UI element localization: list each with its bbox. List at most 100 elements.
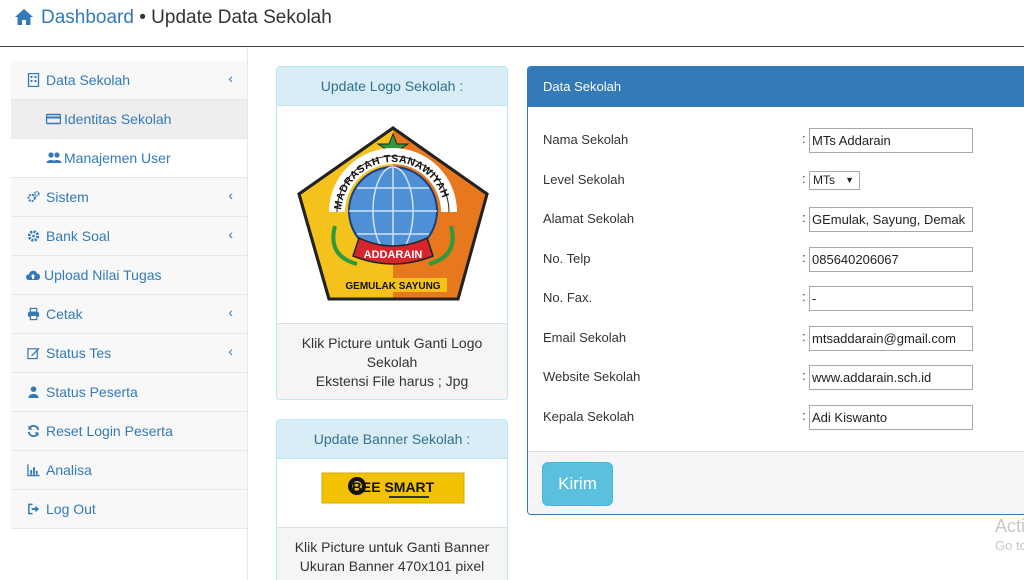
edit-icon: [27, 347, 40, 360]
chevron-left-icon: ‹: [228, 226, 233, 242]
alamat-sekolah-input[interactable]: [809, 207, 973, 232]
sidebar-item-label: Cetak: [46, 306, 83, 322]
watermark-line2: Go to: [995, 538, 1024, 553]
logo-text-bottom: GEMULAK SAYUNG: [345, 281, 440, 292]
breadcrumb: Dashboard • Update Data Sekolah: [41, 6, 332, 30]
sidebar-item-status-peserta[interactable]: Status Peserta: [11, 373, 247, 412]
kepala-sekolah-input[interactable]: [809, 405, 973, 430]
update-banner-panel: Update Banner Sekolah : BEE SMART Klik P…: [276, 419, 508, 580]
field-colon: :: [802, 368, 806, 383]
field-colon: :: [802, 329, 806, 344]
field-label: Alamat Sekolah: [543, 211, 635, 226]
sidebar-item-cetak[interactable]: Cetak ‹: [11, 295, 247, 334]
sidebar-item-identitas-sekolah[interactable]: Identitas Sekolah: [11, 100, 247, 139]
sidebar-item-status-tes[interactable]: Status Tes ‹: [11, 334, 247, 373]
no-fax-input[interactable]: [809, 286, 973, 311]
sign-out-icon: [28, 503, 40, 515]
logo-instruction-line3: Ekstensi File harus ; Jpg: [315, 373, 469, 389]
users-icon: [46, 152, 62, 163]
field-label: No. Fax.: [543, 290, 593, 305]
level-sekolah-selected-value: MTs: [813, 173, 835, 187]
sidebar-item-label: Status Peserta: [46, 384, 138, 400]
data-sekolah-footer: Kirim: [528, 451, 1024, 514]
form-row-no-telp: No. Telp :: [528, 247, 1024, 273]
breadcrumb-dashboard-link[interactable]: Dashboard: [41, 7, 134, 28]
logo-instruction-line2: Sekolah: [366, 354, 418, 370]
sidebar-item-manajemen-user[interactable]: Manajemen User: [11, 139, 247, 178]
banner-text: BEE SMART: [352, 479, 435, 495]
building-icon: [27, 73, 40, 87]
sidebar-item-label: Identitas Sekolah: [64, 111, 172, 127]
data-sekolah-panel: Data Sekolah Nama Sekolah : Level Sekola…: [527, 66, 1024, 515]
gear-icon: [27, 230, 40, 242]
home-icon[interactable]: [14, 8, 34, 26]
refresh-icon: [27, 424, 40, 438]
sidebar-item-analisa[interactable]: Analisa: [11, 451, 247, 490]
update-logo-heading: Update Logo Sekolah :: [277, 67, 507, 106]
sidebar-item-bank-soal[interactable]: Bank Soal ‹: [11, 217, 247, 256]
sidebar-item-label: Analisa: [46, 462, 92, 478]
sidebar-item-log-out[interactable]: Log Out: [11, 490, 247, 529]
sidebar-item-label: Status Tes: [46, 345, 112, 361]
field-colon: :: [802, 210, 806, 225]
banner-graphic: BEE SMART: [321, 472, 465, 504]
sidebar-item-data-sekolah[interactable]: Data Sekolah ‹: [11, 61, 247, 100]
id-card-icon: [46, 113, 61, 125]
field-colon: :: [802, 250, 806, 265]
kirim-button[interactable]: Kirim: [542, 462, 613, 506]
select-caret-icon: ▼: [845, 175, 854, 185]
field-label: Email Sekolah: [543, 330, 627, 345]
user-icon: [28, 386, 39, 399]
field-colon: :: [802, 408, 806, 423]
chevron-left-icon: ‹: [228, 187, 233, 203]
sidebar: Data Sekolah ‹ Identitas Sekolah Manajem…: [11, 61, 247, 529]
cloud-upload-icon: [26, 270, 40, 280]
print-icon: [27, 307, 40, 321]
update-logo-panel: Update Logo Sekolah : MADRASAH TSANAWIYA…: [276, 66, 508, 400]
data-sekolah-heading: Data Sekolah: [528, 67, 1024, 107]
bar-chart-icon: [27, 464, 40, 477]
form-row-website-sekolah: Website Sekolah :: [528, 365, 1024, 391]
sidebar-item-label: Sistem: [46, 189, 89, 205]
field-label: Website Sekolah: [543, 369, 641, 384]
field-colon: :: [802, 289, 806, 304]
chevron-left-icon: ‹: [228, 343, 233, 359]
website-sekolah-input[interactable]: [809, 365, 973, 390]
field-label: No. Telp: [543, 251, 591, 266]
field-colon: :: [802, 131, 806, 146]
breadcrumb-separator: •: [133, 7, 152, 28]
form-row-no-fax: No. Fax. :: [528, 286, 1024, 312]
level-sekolah-select[interactable]: MTs ▼: [809, 171, 860, 190]
school-logo-image[interactable]: MADRASAH TSANAWIYAH ADDARAIN GEMULAK SAY…: [277, 106, 507, 323]
field-label: Nama Sekolah: [543, 132, 629, 147]
logo-text-ribbon: ADDARAIN: [364, 249, 423, 261]
form-row-kepala-sekolah: Kepala Sekolah :: [528, 405, 1024, 431]
top-header: Dashboard • Update Data Sekolah: [0, 0, 1024, 47]
email-sekolah-input[interactable]: [809, 326, 973, 351]
activation-watermark: Acti Go to: [995, 515, 1024, 555]
no-telp-input[interactable]: [809, 247, 973, 272]
sidebar-item-label: Reset Login Peserta: [46, 423, 173, 439]
sidebar-item-reset-login-peserta[interactable]: Reset Login Peserta: [11, 412, 247, 451]
form-row-email-sekolah: Email Sekolah :: [528, 326, 1024, 352]
form-row-alamat-sekolah: Alamat Sekolah :: [528, 207, 1024, 233]
update-banner-footer: Klik Picture untuk Ganti Banner Ukuran B…: [277, 527, 507, 580]
banner-instruction-line2: Ukuran Banner 470x101 pixel: [299, 558, 485, 574]
page-title: Update Data Sekolah: [151, 7, 332, 28]
sidebar-item-label: Log Out: [46, 501, 96, 517]
sidebar-item-label: Manajemen User: [64, 150, 171, 166]
sidebar-item-label: Bank Soal: [46, 228, 110, 244]
watermark-line1: Acti: [995, 516, 1024, 536]
update-logo-footer: Klik Picture untuk Ganti Logo Sekolah Ek…: [277, 323, 507, 399]
logo-instruction-line1: Klik Picture untuk Ganti Logo: [301, 335, 483, 351]
sidebar-item-label: Data Sekolah: [46, 72, 131, 88]
chevron-left-icon: ‹: [228, 304, 233, 320]
field-colon: :: [802, 171, 806, 186]
sidebar-item-sistem[interactable]: Sistem ‹: [11, 178, 247, 217]
sidebar-item-upload-nilai-tugas[interactable]: Upload Nilai Tugas: [11, 256, 247, 295]
field-label: Kepala Sekolah: [543, 409, 635, 424]
school-banner-image[interactable]: BEE SMART: [277, 459, 507, 527]
nama-sekolah-input[interactable]: [809, 128, 973, 153]
chevron-left-icon: ‹: [228, 70, 233, 86]
form-row-nama-sekolah: Nama Sekolah :: [528, 128, 1024, 154]
